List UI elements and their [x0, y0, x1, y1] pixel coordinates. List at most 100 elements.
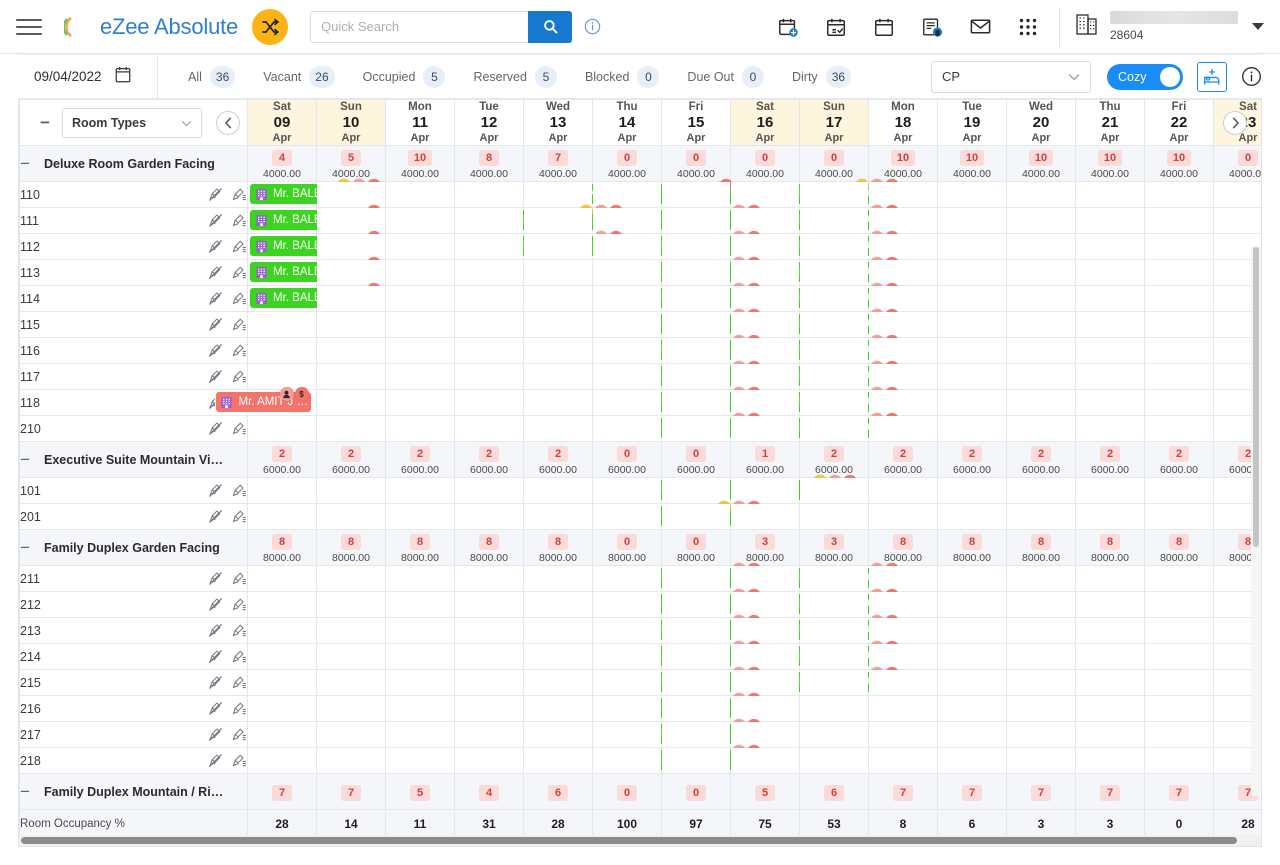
shuffle-icon[interactable]: [252, 9, 288, 45]
availability-cell[interactable]: [524, 670, 593, 696]
availability-cell[interactable]: [317, 644, 386, 670]
availability-cell[interactable]: [938, 644, 1007, 670]
reservation-bar[interactable]: Mr. AMIT J VE...$: [216, 392, 311, 412]
availability-cell[interactable]: [869, 644, 938, 670]
room-types-select[interactable]: Room Types: [62, 108, 202, 138]
inventory-cell[interactable]: 7: [938, 774, 1007, 810]
availability-cell[interactable]: [800, 234, 869, 260]
availability-cell[interactable]: [938, 364, 1007, 390]
housekeeping-broom-icon[interactable]: [232, 343, 247, 358]
availability-cell[interactable]: [317, 312, 386, 338]
availability-cell[interactable]: [1145, 208, 1214, 234]
rate-plan-select[interactable]: CP: [931, 61, 1091, 93]
inventory-cell[interactable]: 26000.00: [938, 442, 1007, 478]
availability-cell[interactable]: [524, 478, 593, 504]
no-housekeeping-icon[interactable]: [208, 317, 223, 332]
inventory-cell[interactable]: 104000.00: [1007, 146, 1076, 182]
availability-cell[interactable]: [731, 234, 800, 260]
availability-cell[interactable]: [662, 566, 731, 592]
availability-cell[interactable]: [662, 748, 731, 774]
availability-cell[interactable]: [662, 286, 731, 312]
cozy-view-toggle[interactable]: Cozy: [1107, 64, 1183, 90]
availability-cell[interactable]: [1076, 618, 1145, 644]
room-label-cell[interactable]: 216: [20, 696, 248, 722]
availability-cell[interactable]: [455, 748, 524, 774]
inventory-cell[interactable]: 104000.00: [869, 146, 938, 182]
availability-cell[interactable]: [317, 234, 386, 260]
no-housekeeping-icon[interactable]: [208, 701, 223, 716]
availability-cell[interactable]: [800, 182, 869, 208]
availability-cell[interactable]: [731, 208, 800, 234]
inventory-cell[interactable]: 26000.00: [1076, 442, 1145, 478]
availability-cell[interactable]: [386, 312, 455, 338]
availability-cell[interactable]: [869, 722, 938, 748]
availability-cell[interactable]: [1007, 618, 1076, 644]
availability-cell[interactable]: [386, 364, 455, 390]
availability-cell[interactable]: [800, 670, 869, 696]
availability-cell[interactable]: [938, 592, 1007, 618]
inventory-cell[interactable]: 08000.00: [662, 530, 731, 566]
chevron-down-icon[interactable]: [1252, 23, 1264, 30]
availability-cell[interactable]: [386, 748, 455, 774]
availability-cell[interactable]: [800, 644, 869, 670]
room-label-cell[interactable]: 112: [20, 234, 248, 260]
no-housekeeping-icon[interactable]: [208, 343, 223, 358]
availability-cell[interactable]: [455, 670, 524, 696]
apps-grid-icon[interactable]: [1015, 14, 1041, 40]
search-info-icon[interactable]: [584, 18, 601, 35]
availability-cell[interactable]: [1007, 286, 1076, 312]
inventory-cell[interactable]: 08000.00: [593, 530, 662, 566]
availability-cell[interactable]: [524, 722, 593, 748]
availability-cell[interactable]: [386, 504, 455, 530]
availability-cell[interactable]: [662, 312, 731, 338]
availability-cell[interactable]: [1007, 338, 1076, 364]
availability-cell[interactable]: [317, 566, 386, 592]
availability-cell[interactable]: [1214, 208, 1262, 234]
availability-cell[interactable]: [1145, 644, 1214, 670]
availability-cell[interactable]: [317, 182, 386, 208]
availability-cell[interactable]: [386, 286, 455, 312]
availability-cell[interactable]: Mr. BALBIR/TRAVEL ...$Mr. BALBIR/TRAVEL …: [248, 234, 317, 260]
availability-cell[interactable]: [662, 234, 731, 260]
availability-cell[interactable]: [455, 644, 524, 670]
envelope-icon[interactable]: [967, 14, 993, 40]
day-header[interactable]: Fri22Apr: [1145, 100, 1214, 146]
inventory-cell[interactable]: 26000.00: [455, 442, 524, 478]
availability-cell[interactable]: [593, 644, 662, 670]
availability-cell[interactable]: [317, 208, 386, 234]
availability-cell[interactable]: [593, 260, 662, 286]
availability-cell[interactable]: [938, 390, 1007, 416]
no-housekeeping-icon[interactable]: [208, 675, 223, 690]
day-header[interactable]: Thu14Apr: [593, 100, 662, 146]
availability-cell[interactable]: [869, 748, 938, 774]
availability-cell[interactable]: [455, 416, 524, 442]
availability-cell[interactable]: [386, 390, 455, 416]
availability-cell[interactable]: [1076, 338, 1145, 364]
availability-cell[interactable]: [317, 696, 386, 722]
availability-cell[interactable]: [524, 312, 593, 338]
inventory-cell[interactable]: 7: [248, 774, 317, 810]
availability-cell[interactable]: Mr. BALBIR/TRAVEL ...$Mr. BALBIR$Mr. TRA…: [248, 286, 317, 312]
availability-cell[interactable]: [662, 182, 731, 208]
availability-cell[interactable]: [938, 312, 1007, 338]
status-filter-all[interactable]: All 36: [174, 66, 249, 88]
availability-cell[interactable]: [731, 478, 800, 504]
day-header[interactable]: Wed13Apr: [524, 100, 593, 146]
inventory-cell[interactable]: 88000.00: [1076, 530, 1145, 566]
availability-cell[interactable]: [524, 504, 593, 530]
inventory-cell[interactable]: 104000.00: [1076, 146, 1145, 182]
availability-cell[interactable]: [1145, 312, 1214, 338]
availability-cell[interactable]: [800, 722, 869, 748]
availability-cell[interactable]: [662, 260, 731, 286]
collapse-all-icon[interactable]: −: [38, 114, 52, 131]
availability-cell[interactable]: [869, 390, 938, 416]
availability-cell[interactable]: [1007, 478, 1076, 504]
calendar-add-icon[interactable]: [775, 14, 801, 40]
room-label-cell[interactable]: 111: [20, 208, 248, 234]
inventory-cell[interactable]: 6: [800, 774, 869, 810]
availability-cell[interactable]: [938, 234, 1007, 260]
guest-badge-icon[interactable]: [280, 387, 294, 401]
availability-cell[interactable]: [869, 670, 938, 696]
availability-cell[interactable]: [1076, 208, 1145, 234]
availability-cell[interactable]: [1076, 670, 1145, 696]
